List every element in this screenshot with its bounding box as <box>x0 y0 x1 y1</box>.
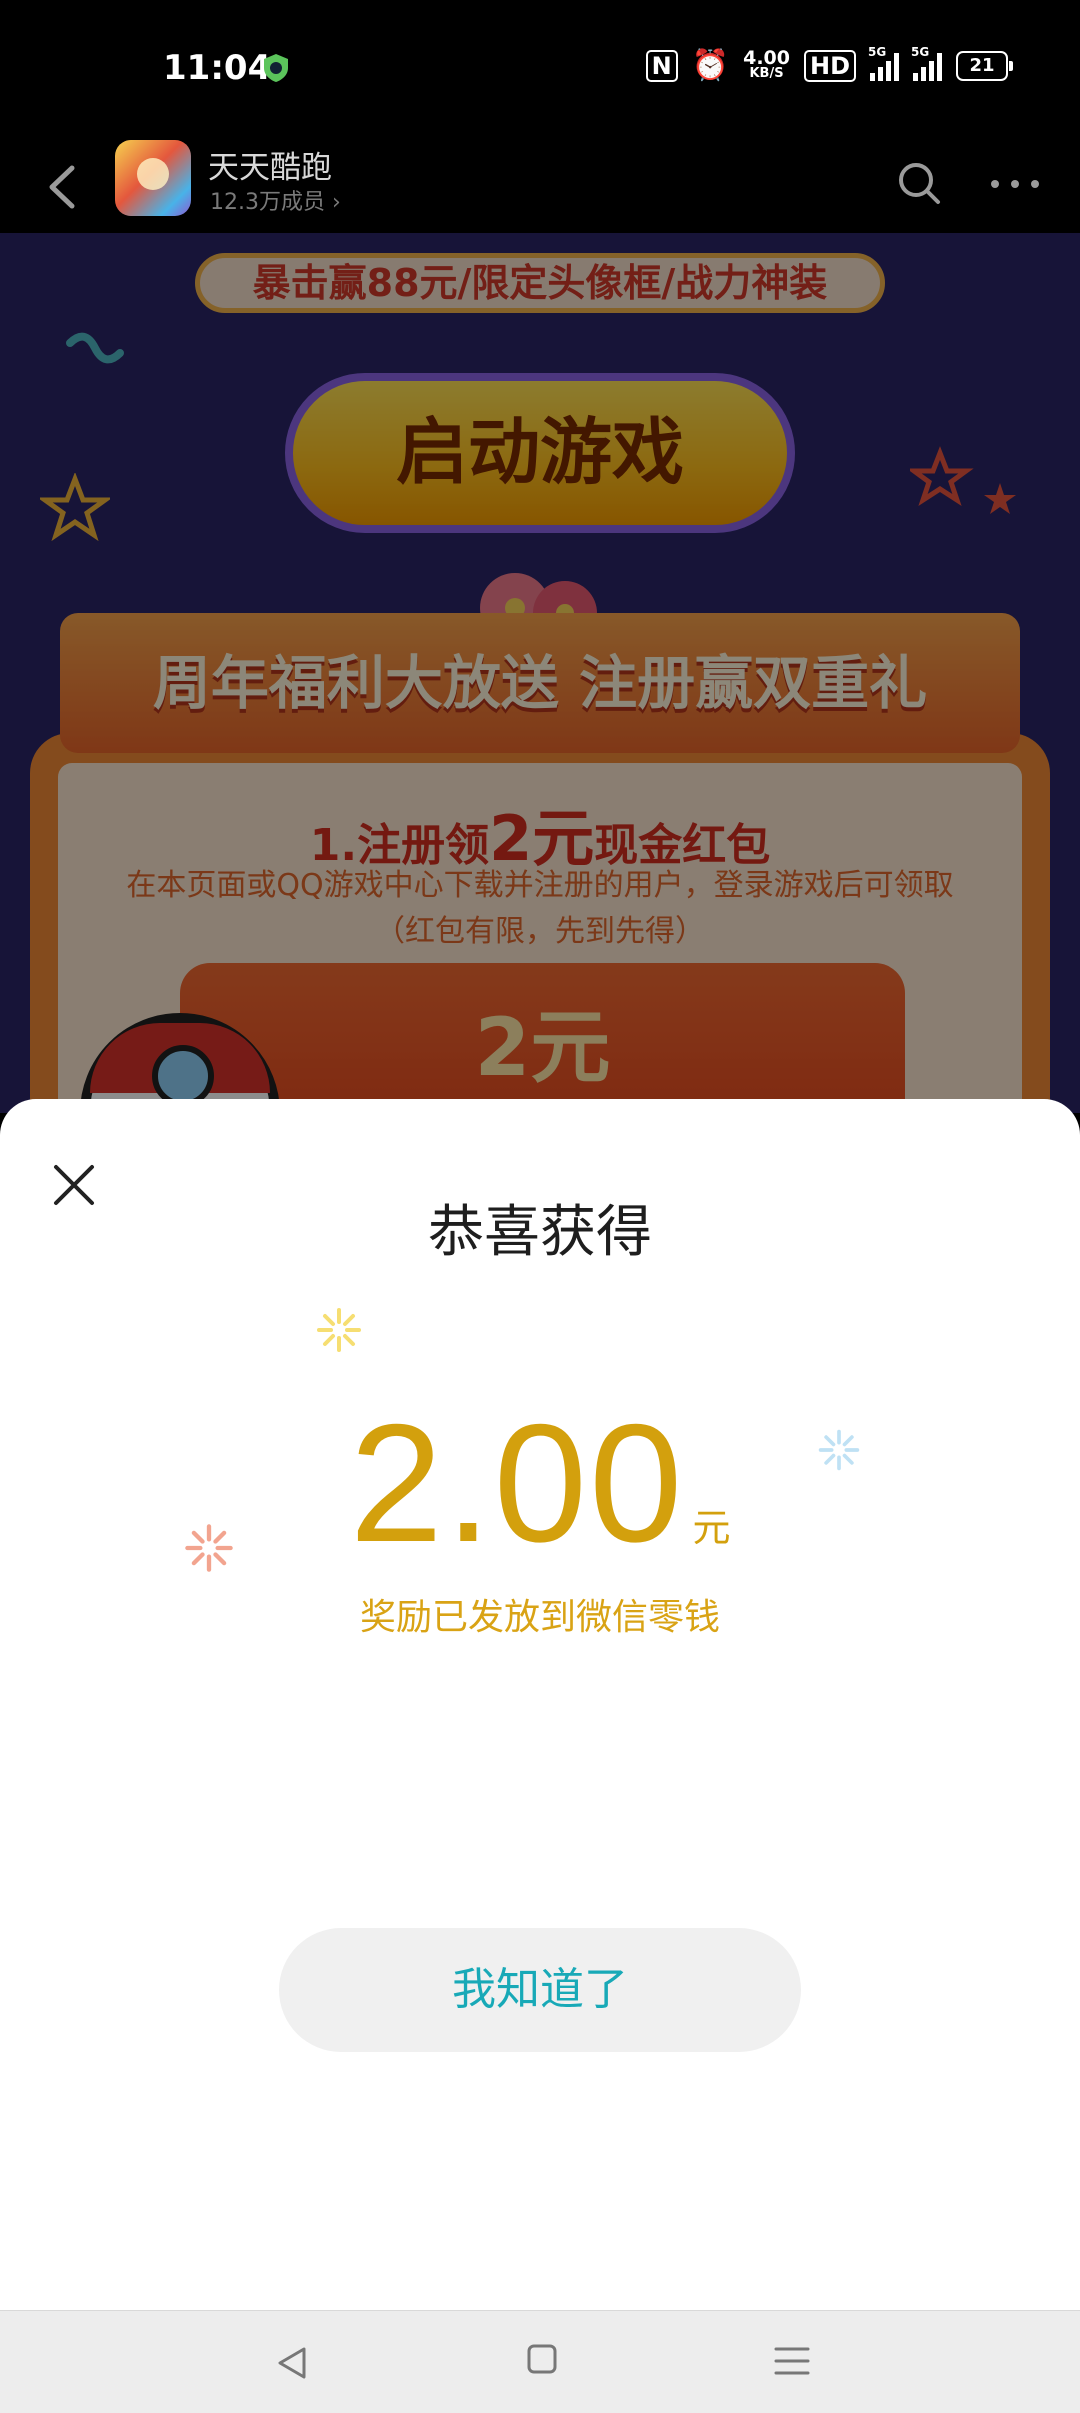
promo-page: 暴击赢88元/限定头像框/战力神装 启动游戏 周年福利大放送 注册赢双重礼 1.… <box>0 233 1080 1113</box>
battery-icon: 21 <box>956 51 1013 81</box>
dialog-title: 恭喜获得 <box>428 1200 652 1265</box>
system-nav-bar <box>0 2310 1080 2413</box>
signal-icon: 5G <box>911 45 942 81</box>
app-name[interactable]: 天天酷跑 <box>208 142 332 187</box>
member-count[interactable]: 12.3万成员 › <box>210 184 341 216</box>
hd-icon: HD <box>803 50 856 82</box>
dim-overlay[interactable] <box>0 233 1080 1113</box>
network-speed: 4.00 KB/S <box>743 47 790 82</box>
status-bar: 11:04 N ⏰ 4.00 KB/S HD 5G 5G 21 <box>0 0 1080 140</box>
more-icon[interactable] <box>980 154 1050 214</box>
nav-menu-icon[interactable] <box>772 2341 812 2381</box>
security-shield-icon <box>264 54 288 82</box>
search-icon[interactable] <box>890 154 950 214</box>
amount-unit: 元 <box>692 1506 731 1550</box>
alarm-icon: ⏰ <box>691 48 730 83</box>
reward-dialog: 恭喜获得 2.00 元 奖励已发放到微信零钱 我知道了 <box>0 1099 1080 2310</box>
sparkle-icon <box>317 1308 361 1352</box>
app-logo[interactable] <box>115 140 191 216</box>
ok-button[interactable]: 我知道了 <box>279 1928 801 2052</box>
back-icon[interactable] <box>30 152 100 222</box>
signal-icon: 5G <box>868 45 899 81</box>
reward-amount: 2.00 元 <box>0 1399 1080 1567</box>
status-icons: N ⏰ 4.00 KB/S HD 5G 5G 21 <box>645 45 1013 83</box>
status-time: 11:04 <box>163 48 272 88</box>
app-header: 天天酷跑 12.3万成员 › <box>0 140 1080 233</box>
nav-back-icon[interactable] <box>270 2341 314 2385</box>
nfc-icon: N <box>645 50 678 82</box>
reward-subtitle: 奖励已发放到微信零钱 <box>359 1597 720 1638</box>
amount-value: 2.00 <box>349 1389 685 1577</box>
nav-home-icon[interactable] <box>526 2343 558 2375</box>
